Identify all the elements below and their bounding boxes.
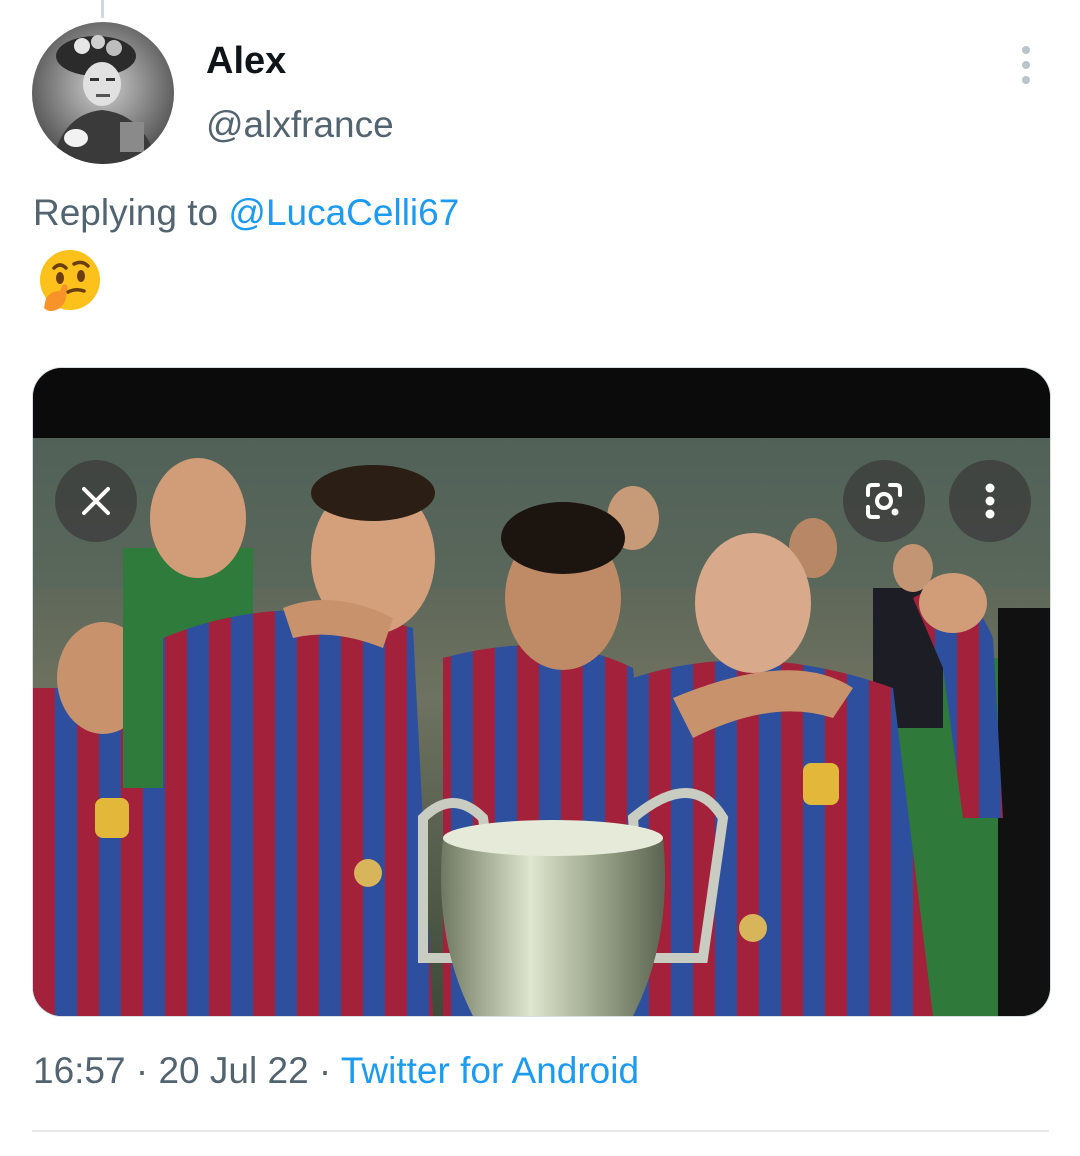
tweet-date[interactable]: 20 Jul 22 [158,1050,308,1091]
close-media-button[interactable] [55,460,137,542]
separator: · [308,1050,341,1091]
tweet-detail: Alex @alxfrance Replying to @LucaCelli67 [0,0,1080,1156]
lens-search-button[interactable] [843,460,925,542]
close-icon [82,487,110,515]
thread-connector-line [101,0,104,18]
media-more-button[interactable] [949,460,1031,542]
reply-mention-link[interactable]: @LucaCelli67 [228,192,459,233]
user-handle[interactable]: @alxfrance [206,104,394,146]
more-vertical-icon [985,483,995,519]
more-options-icon[interactable] [1008,42,1044,88]
divider [32,1130,1049,1132]
avatar-image [32,22,174,164]
media-top-bar [33,368,1050,438]
tweet-media[interactable] [32,367,1051,1017]
replying-to-line: Replying to @LucaCelli67 [33,192,459,234]
tweet-time[interactable]: 16:57 [33,1050,126,1091]
display-name[interactable]: Alex [206,40,286,83]
lens-icon [866,483,902,519]
tweet-source-link[interactable]: Twitter for Android [341,1050,639,1091]
replying-to-label: Replying to [33,192,229,233]
thinking-face-emoji [36,248,104,316]
tweet-timestamp: 16:57 · 20 Jul 22 · Twitter for Android [33,1050,639,1092]
separator: · [125,1050,159,1091]
avatar[interactable] [32,22,174,164]
